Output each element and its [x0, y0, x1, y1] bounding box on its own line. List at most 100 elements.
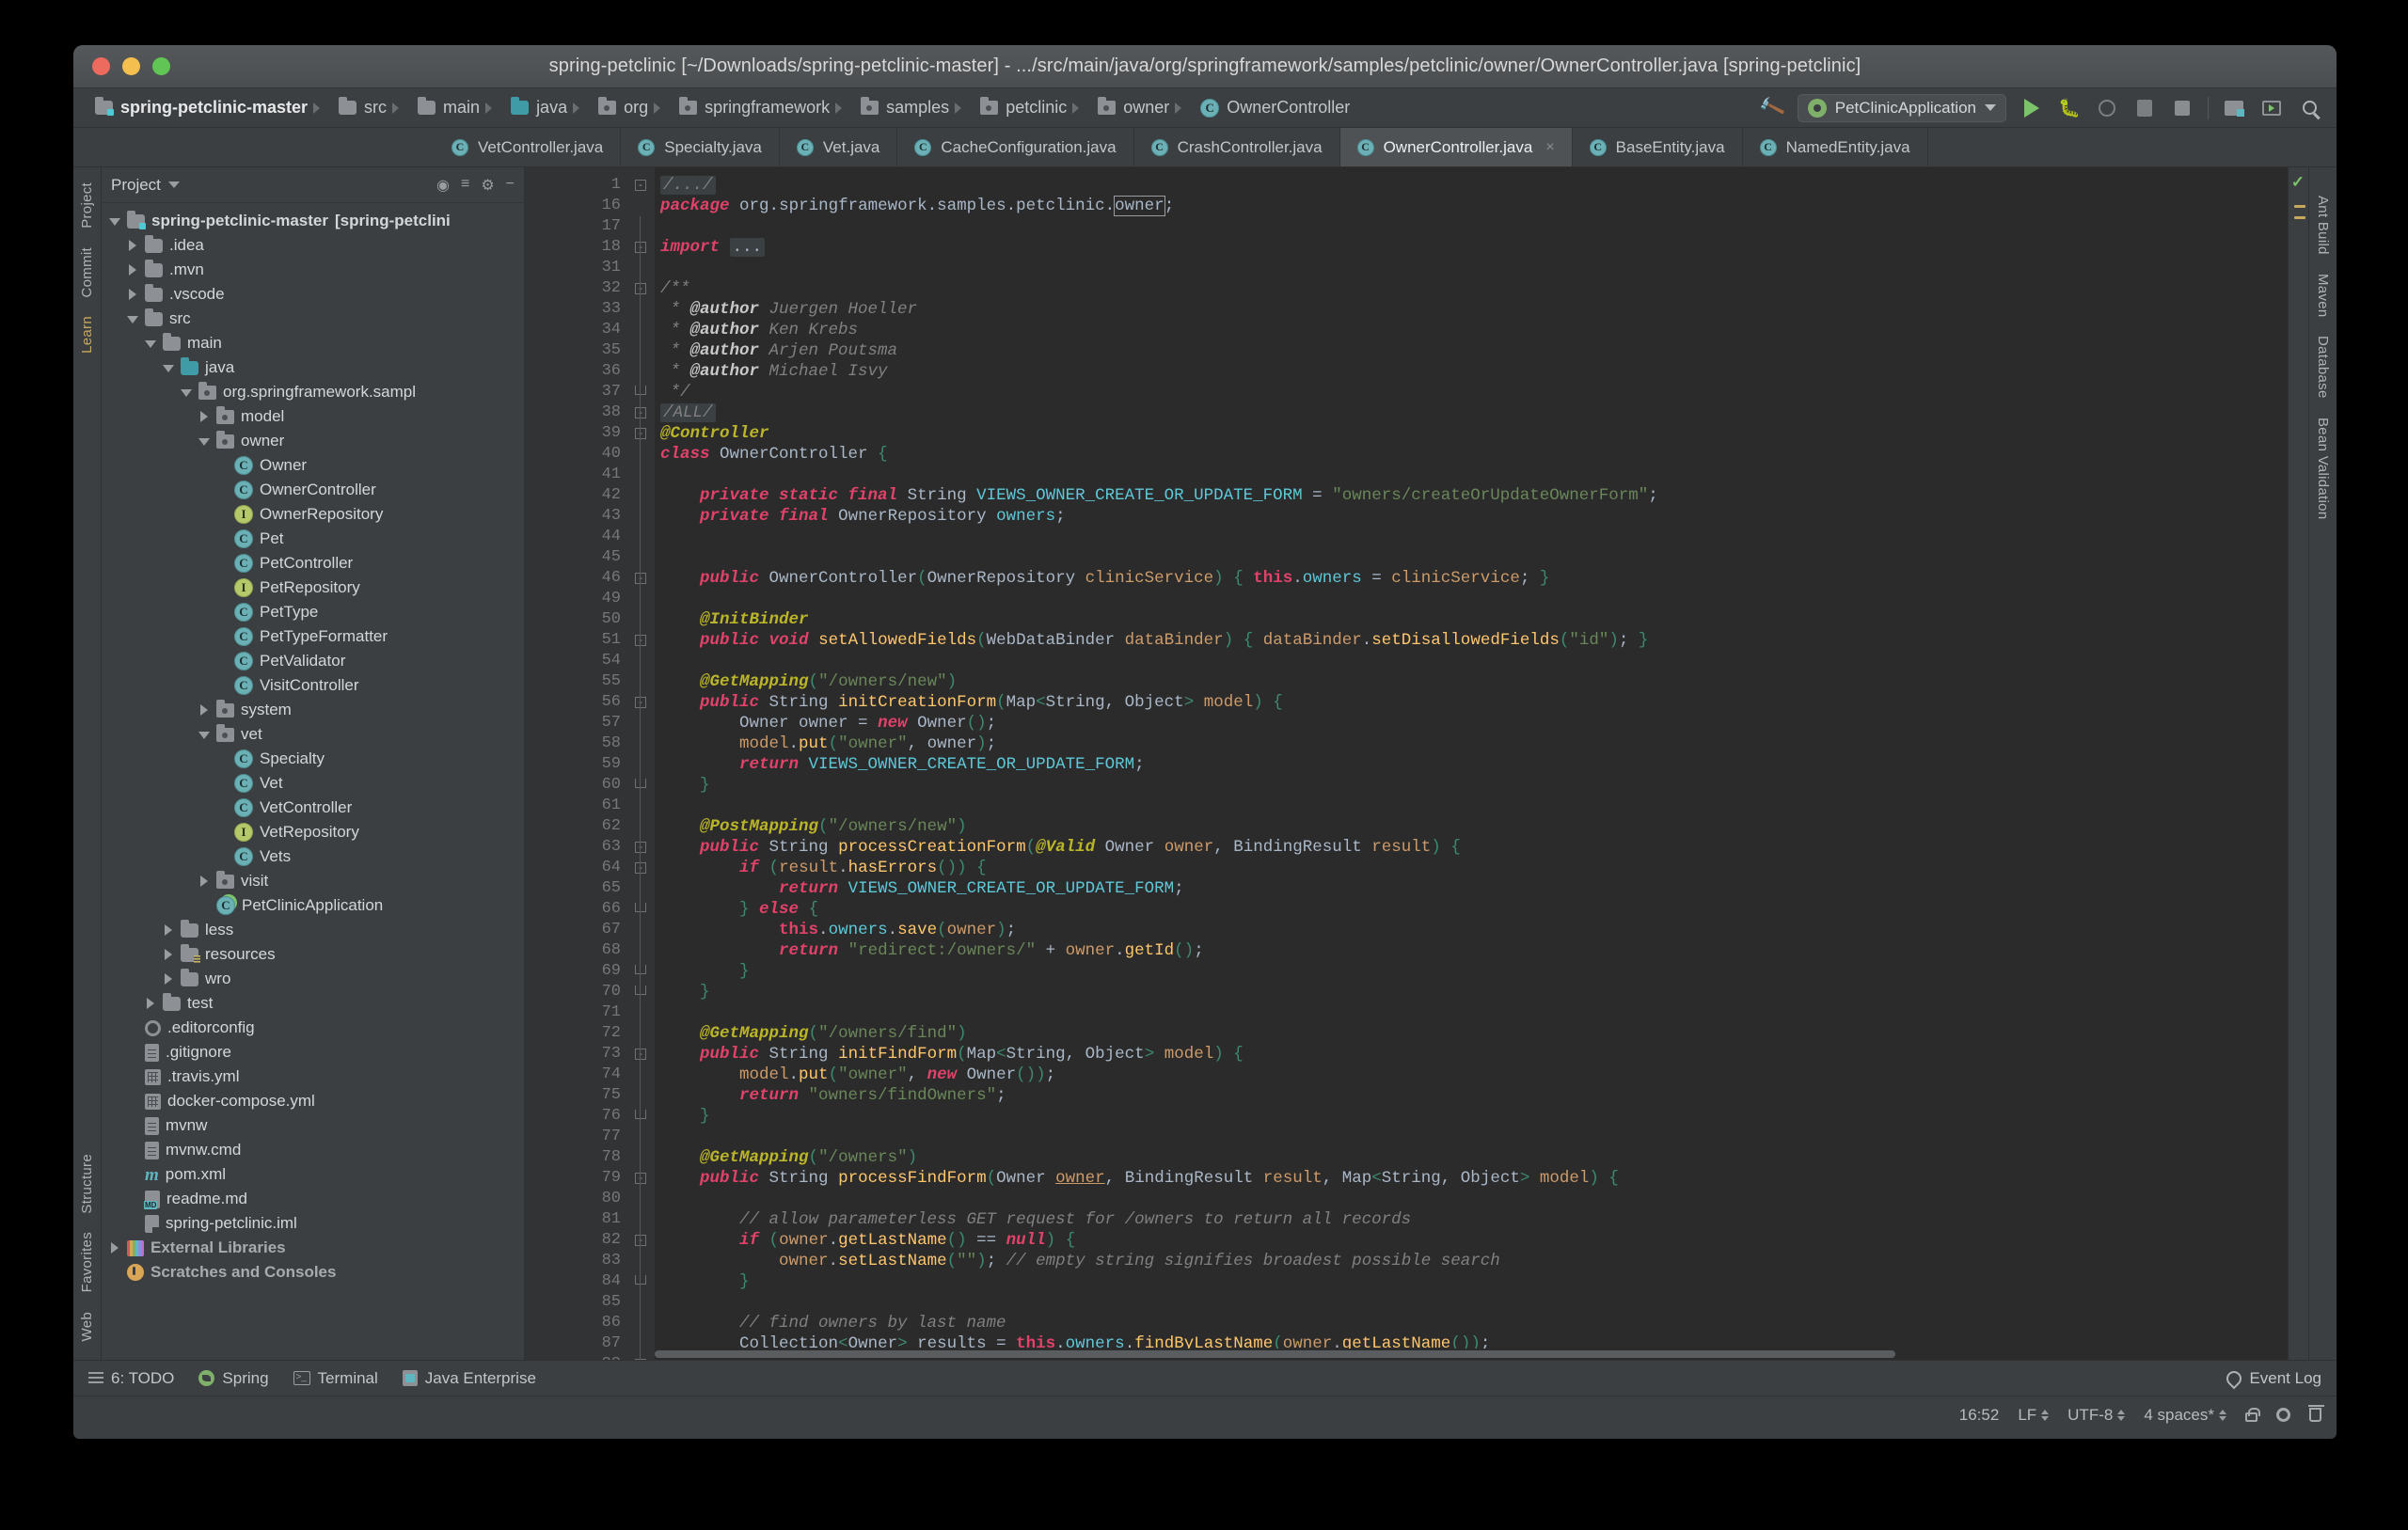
tree-node-owner[interactable]: COwner	[102, 453, 524, 478]
strip-item-project[interactable]: Project	[79, 173, 95, 238]
code-line[interactable]: if (owner.getLastName() == null) {	[655, 1230, 2288, 1251]
fold-marker[interactable]: -	[630, 858, 655, 878]
breadcrumb-item-owner[interactable]: owner	[1075, 94, 1178, 122]
fold-marker[interactable]: -	[630, 175, 655, 196]
code-line[interactable]: @GetMapping("/owners")	[655, 1147, 2288, 1168]
code-line[interactable]: public OwnerController(OwnerRepository c…	[655, 568, 2288, 589]
chevron-down-icon[interactable]	[127, 313, 138, 324]
code-line[interactable]: * @author Ken Krebs	[655, 320, 2288, 340]
chevron-right-icon[interactable]	[198, 875, 210, 887]
code-line[interactable]: owner.setLastName(""); // empty string s…	[655, 1251, 2288, 1271]
fold-marker[interactable]: -	[630, 630, 655, 651]
tab-vetcontroller[interactable]: CVetController.java	[435, 128, 621, 166]
tree-node-mvnw-cmd[interactable]: mvnw.cmd	[102, 1138, 524, 1162]
tree-node-petrepository[interactable]: IPetRepository	[102, 576, 524, 600]
tree-node-ownerrepository[interactable]: IOwnerRepository	[102, 502, 524, 527]
code-line[interactable]	[655, 216, 2288, 237]
code-line[interactable]: if (result.hasErrors()) {	[655, 858, 2288, 878]
tree-node-vets[interactable]: CVets	[102, 844, 524, 869]
fold-marker[interactable]: -	[630, 1044, 655, 1065]
fold-marker[interactable]	[630, 196, 655, 216]
fold-marker[interactable]	[630, 444, 655, 465]
tree-node-visit[interactable]: visit	[102, 869, 524, 893]
chevron-right-icon[interactable]	[127, 289, 138, 300]
editor-tabs[interactable]: CVetController.javaCSpecialty.javaCVet.j…	[73, 128, 2337, 167]
strip-item-structure[interactable]: Structure	[79, 1144, 95, 1223]
code-line[interactable]: @Controller	[655, 423, 2288, 444]
minimize-window-button[interactable]	[122, 57, 140, 75]
fold-marker[interactable]: -	[630, 837, 655, 858]
chevron-right-icon[interactable]	[145, 998, 156, 1009]
tool-window-todo[interactable]: 6: TODO	[88, 1369, 174, 1388]
tree-node-model[interactable]: model	[102, 404, 524, 429]
fold-marker[interactable]	[630, 754, 655, 775]
tree-node-vetcontroller[interactable]: CVetController	[102, 796, 524, 820]
run-configuration-selector[interactable]: PetClinicApplication	[1798, 94, 2006, 122]
window-controls[interactable]	[73, 57, 170, 75]
tree-node-less[interactable]: less	[102, 918, 524, 942]
breadcrumb-item-ownercontroller[interactable]: COwnerController	[1178, 94, 1358, 122]
tree-node-pom-xml[interactable]: mpom.xml	[102, 1162, 524, 1187]
tree-node-petcontroller[interactable]: CPetController	[102, 551, 524, 576]
stop-button[interactable]	[2170, 96, 2194, 120]
fold-marker[interactable]	[630, 982, 655, 1002]
tree-node-system[interactable]: system	[102, 698, 524, 722]
tree-node-scratches-and-consoles[interactable]: Scratches and Consoles	[102, 1260, 524, 1285]
tab-crashcontroller[interactable]: CCrashController.java	[1134, 128, 1340, 166]
code-line[interactable]: model.put("owner", owner);	[655, 733, 2288, 754]
code-line[interactable]: }	[655, 775, 2288, 796]
unlocked-icon[interactable]	[2245, 1412, 2258, 1422]
inspections-icon[interactable]	[2276, 1408, 2290, 1422]
status-line-separator[interactable]: LF	[2018, 1406, 2049, 1425]
chevron-right-icon[interactable]	[163, 924, 174, 936]
close-icon[interactable]: ×	[1545, 139, 1554, 156]
code-line[interactable]: @GetMapping("/owners/new")	[655, 671, 2288, 692]
code-line[interactable]: public String processCreationForm(@Valid…	[655, 837, 2288, 858]
tree-node-resources[interactable]: resources	[102, 942, 524, 967]
code-line[interactable]	[655, 1189, 2288, 1209]
fold-marker[interactable]	[630, 1189, 655, 1209]
fold-marker[interactable]	[630, 1106, 655, 1127]
fold-marker[interactable]	[630, 609, 655, 630]
tree-node-external-libraries[interactable]: External Libraries	[102, 1236, 524, 1260]
hide-icon[interactable]: −	[506, 176, 515, 195]
code-line[interactable]: // find owners by last name	[655, 1313, 2288, 1333]
chevron-right-icon[interactable]	[109, 1242, 120, 1254]
tree-node-petvalidator[interactable]: CPetValidator	[102, 649, 524, 673]
fold-marker[interactable]	[630, 527, 655, 547]
breadcrumb[interactable]: spring-petclinic-mastersrcmainjavaorgspr…	[87, 94, 1358, 122]
build-project-button[interactable]: 🔨	[1760, 96, 1784, 120]
project-tree[interactable]: spring-petclinic-master [spring-petclini…	[102, 203, 524, 1360]
chevron-down-icon[interactable]	[109, 215, 120, 227]
tree-node-specialty[interactable]: CSpecialty	[102, 747, 524, 771]
strip-item-learn[interactable]: Learn	[79, 307, 95, 363]
tree-node--vscode[interactable]: .vscode	[102, 282, 524, 307]
fold-marker[interactable]: -	[630, 692, 655, 713]
fold-marker[interactable]: -	[630, 278, 655, 299]
code-line[interactable]: public String initCreationForm(Map<Strin…	[655, 692, 2288, 713]
fold-marker[interactable]	[630, 1085, 655, 1106]
tree-node-org-springframework-sampl[interactable]: org.springframework.sampl	[102, 380, 524, 404]
project-structure-button[interactable]	[2222, 96, 2246, 120]
error-stripe-marker-bar[interactable]: ✓	[2288, 167, 2308, 1360]
tool-window-terminal[interactable]: >_ Terminal	[293, 1369, 378, 1388]
tab-ownercontroller[interactable]: COwnerController.java×	[1340, 128, 1573, 166]
fold-marker[interactable]	[630, 299, 655, 320]
fold-marker[interactable]	[630, 1002, 655, 1023]
code-line[interactable]: return VIEWS_OWNER_CREATE_OR_UPDATE_FORM…	[655, 754, 2288, 775]
run-button[interactable]	[2020, 96, 2044, 120]
tree-node-vet[interactable]: CVet	[102, 771, 524, 796]
code-line[interactable]: * @author Michael Isvy	[655, 361, 2288, 382]
tree-node--idea[interactable]: .idea	[102, 233, 524, 258]
code-line[interactable]: public String processFindForm(Owner owne…	[655, 1168, 2288, 1189]
fold-marker[interactable]	[630, 465, 655, 485]
tree-node-vet[interactable]: vet	[102, 722, 524, 747]
fold-marker[interactable]	[630, 899, 655, 920]
tree-node-wro[interactable]: wro	[102, 967, 524, 991]
fold-marker[interactable]	[630, 1271, 655, 1292]
breadcrumb-item-spring-petclinic-master[interactable]: spring-petclinic-master	[87, 94, 316, 122]
tab-namedentity[interactable]: CNamedEntity.java	[1743, 128, 1928, 166]
fold-marker[interactable]	[630, 361, 655, 382]
tree-node--gitignore[interactable]: .gitignore	[102, 1040, 524, 1065]
code-line[interactable]	[655, 527, 2288, 547]
